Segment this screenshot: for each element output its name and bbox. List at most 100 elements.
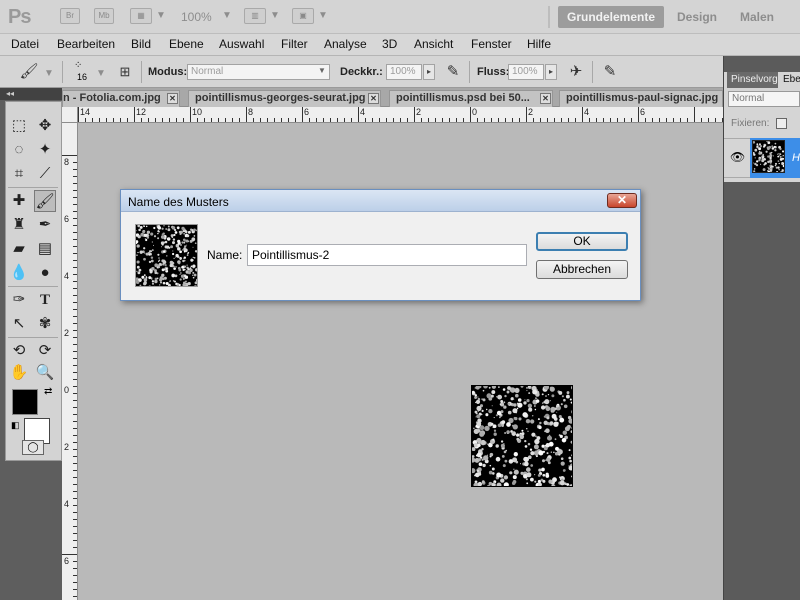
chevron-down-icon[interactable]: ▼ [222,10,232,21]
tablet-opacity-icon[interactable]: ✎ [442,61,464,83]
brush-tool-icon[interactable]: 🖌 [34,190,56,212]
ruler-origin[interactable] [62,107,78,123]
marquee-tool-icon[interactable]: ⬚ [8,115,30,137]
lasso-tool-icon[interactable]: ◌ [8,139,30,161]
ruler-ticks [62,155,77,597]
3d-rotate-tool-icon[interactable]: ⟲ [8,340,30,362]
tablet-size-icon[interactable]: ✎ [599,61,621,83]
brush-panel-icon[interactable]: ⊞ [114,61,136,83]
mode-select[interactable]: Normal [187,64,330,80]
divider [469,61,470,83]
tab-georges-seurat[interactable]: pointillismus-georges-seurat.jpg ✕ [188,90,381,107]
pattern-name-input[interactable]: Pointillismus-2 [247,244,527,266]
menu-bild[interactable]: Bild [131,37,151,51]
workspace-design-button[interactable]: Design [677,6,717,28]
tab-fotolia[interactable]: n - Fotolia.com.jpg ✕ [62,90,180,107]
screen-mode-icon[interactable]: ▣ [292,8,314,24]
healing-brush-tool-icon[interactable]: ✚ [8,190,30,212]
opacity-field[interactable]: 100% [386,64,422,80]
tab-pointillismus-psd[interactable]: pointillismus.psd bei 50... ✕ [389,90,553,107]
pen-tool-icon[interactable]: ✑ [8,289,30,311]
hand-tool-icon[interactable]: ✋ [8,362,30,384]
dialog-titlebar[interactable]: Name des Musters ✕ [121,190,640,212]
vertical-ruler[interactable]: 8 6 4 2 0 2 4 6 [62,123,78,600]
type-tool-icon[interactable]: T [34,289,56,311]
divider [141,61,142,83]
tab-layers[interactable]: Ebe [779,72,800,88]
ruler-label: 6 [640,107,646,117]
brush-preset-icon[interactable]: 🖌 [18,61,40,83]
history-brush-tool-icon[interactable]: ✒ [34,214,56,236]
3d-orbit-tool-icon[interactable]: ⟳ [34,340,56,362]
chevron-down-icon[interactable]: ▼ [270,10,280,21]
menu-3d[interactable]: 3D [382,37,397,51]
path-selection-tool-icon[interactable]: ↖ [8,313,30,335]
chevron-down-icon[interactable]: ▼ [44,68,54,79]
menu-ebene[interactable]: Ebene [169,37,204,51]
opacity-slider-button[interactable]: ▸ [423,64,435,80]
close-icon[interactable]: ✕ [167,93,178,104]
tab-brush-presets[interactable]: Pinselvorga [727,72,778,88]
brush-tip-icon[interactable]: ⁘ [74,60,82,71]
quick-selection-tool-icon[interactable]: ✦ [34,139,56,161]
foreground-color-swatch[interactable] [12,389,38,415]
cancel-button[interactable]: Abbrechen [536,260,628,279]
menu-fenster[interactable]: Fenster [471,37,512,51]
arrange-documents-icon[interactable]: ▥ [244,8,266,24]
swap-colors-icon[interactable]: ⇄ [44,386,52,397]
ruler-label: 2 [64,328,70,338]
shape-tool-icon[interactable]: ✾ [34,313,56,335]
ruler-label: 6 [304,107,310,117]
zoom-tool-icon[interactable]: 🔍 [34,362,56,384]
document-tab-strip: n - Fotolia.com.jpg ✕ pointillismus-geor… [62,88,723,107]
blend-mode-select[interactable]: Normal [728,91,800,107]
workspace-essentials-button[interactable]: Grundelemente [558,6,664,28]
gradient-tool-icon[interactable]: ▤ [34,238,56,260]
chevron-down-icon[interactable]: ▼ [318,10,328,21]
default-colors-icon[interactable]: ◧ [11,420,20,431]
dodge-tool-icon[interactable]: ● [34,262,56,284]
flow-field[interactable]: 100% [508,64,544,80]
flow-slider-button[interactable]: ▸ [545,64,557,80]
menu-hilfe[interactable]: Hilfe [527,37,551,51]
quick-mask-icon[interactable]: ◯ [22,440,44,455]
tools-panel-collapse[interactable]: ◂◂ [0,88,62,100]
extras-icon[interactable]: ▦ [130,8,152,24]
stamp-tool-icon[interactable]: ♜ [8,214,30,236]
close-icon[interactable]: ✕ [607,193,637,208]
workspace-paint-button[interactable]: Malen [740,6,774,28]
ok-button[interactable]: OK [536,232,628,251]
menu-datei[interactable]: Datei [11,37,39,51]
menu-bearbeiten[interactable]: Bearbeiten [57,37,115,51]
ruler-ticks [78,107,723,122]
crop-tool-icon[interactable]: ⌗ [8,163,30,185]
eyedropper-tool-icon[interactable]: ⟋ [34,163,56,185]
visibility-eye-icon[interactable]: 👁 [730,150,745,164]
mini-bridge-button[interactable]: Mb [94,8,114,24]
horizontal-ruler[interactable]: 14 12 10 8 6 4 2 0 2 4 6 [62,107,723,123]
pattern-image[interactable] [471,385,573,487]
menu-filter[interactable]: Filter [281,37,308,51]
menu-ansicht[interactable]: Ansicht [414,37,453,51]
tab-paul-signac[interactable]: pointillismus-paul-signac.jpg [559,90,723,107]
close-icon[interactable]: ✕ [540,93,551,104]
zoom-level[interactable]: 100% [181,10,212,24]
layer-name[interactable]: H [792,152,800,164]
blur-tool-icon[interactable]: 💧 [8,262,30,284]
chevron-down-icon[interactable]: ▼ [318,66,326,75]
layer-thumbnail [752,140,785,173]
divider [8,187,58,188]
bridge-button[interactable]: Br [60,8,80,24]
lock-transparency-checkbox[interactable] [776,118,787,129]
move-tool-icon[interactable]: ✥ [34,115,56,137]
menu-auswahl[interactable]: Auswahl [219,37,264,51]
ruler-label: 8 [64,157,70,167]
close-icon[interactable]: ✕ [368,93,379,104]
airbrush-icon[interactable]: ✈ [565,61,587,83]
chevron-down-icon[interactable]: ▼ [96,68,106,79]
ruler-label: 4 [584,107,590,117]
chevron-down-icon[interactable]: ▼ [156,10,166,21]
photoshop-logo: Ps [8,6,31,28]
menu-analyse[interactable]: Analyse [324,37,367,51]
eraser-tool-icon[interactable]: ▰ [8,238,30,260]
